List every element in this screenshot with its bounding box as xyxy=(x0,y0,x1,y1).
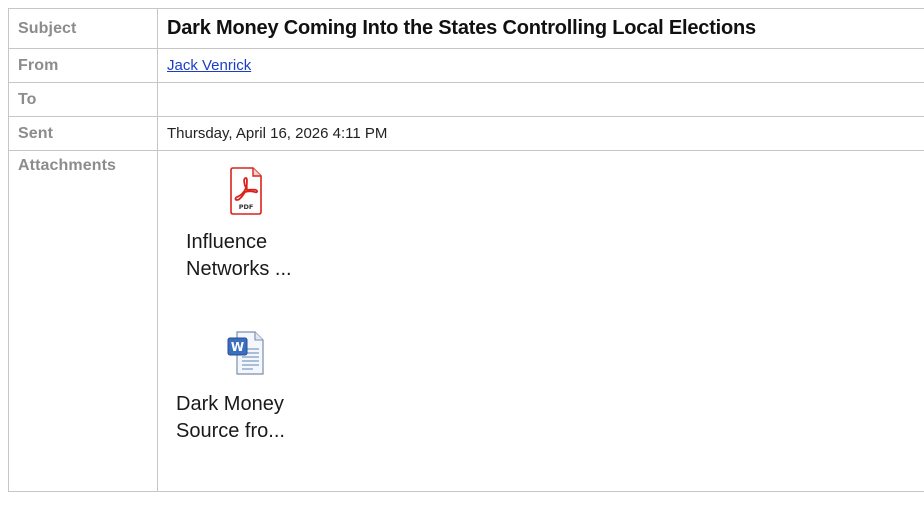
sent-date-text: Thursday, April 16, 2026 4:11 PM xyxy=(167,125,388,142)
attachments-list: PDF Influence Networks ... W Dark Money … xyxy=(158,151,924,491)
sent-row: Sent Thursday, April 16, 2026 4:11 PM xyxy=(8,116,924,151)
from-value-cell: Jack Venrick xyxy=(157,48,924,83)
to-label: To xyxy=(8,82,158,117)
word-document-icon: W xyxy=(221,327,271,379)
svg-text:PDF: PDF xyxy=(239,203,254,211)
sent-label: Sent xyxy=(8,116,158,151)
attachment-name-line1: Influence xyxy=(186,231,268,253)
sender-link[interactable]: Jack Venrick xyxy=(167,57,251,74)
attachment-name-line2: Source fro... xyxy=(176,420,285,442)
pdf-file-icon: PDF xyxy=(221,165,271,217)
email-header-table: Subject Dark Money Coming Into the State… xyxy=(8,8,924,492)
attachment-name-line2: Networks ... xyxy=(186,258,292,280)
svg-text:W: W xyxy=(231,340,244,354)
attachments-value-cell: PDF Influence Networks ... W Dark Money … xyxy=(157,150,924,492)
to-value xyxy=(157,82,924,117)
sent-value-cell: Thursday, April 16, 2026 4:11 PM xyxy=(157,116,924,151)
attachment-pdf[interactable]: PDF Influence Networks ... xyxy=(166,165,326,283)
from-row: From Jack Venrick xyxy=(8,48,924,83)
attachment-word-doc[interactable]: W Dark Money Source fro... xyxy=(166,327,326,445)
attachments-label: Attachments xyxy=(8,150,158,492)
subject-value-cell: Dark Money Coming Into the States Contro… xyxy=(157,8,924,49)
to-row: To xyxy=(8,82,924,117)
attachment-name-line1: Dark Money xyxy=(176,393,284,415)
from-label: From xyxy=(8,48,158,83)
subject-text: Dark Money Coming Into the States Contro… xyxy=(167,17,756,39)
email-header-sheet: Subject Dark Money Coming Into the State… xyxy=(0,0,924,512)
subject-row: Subject Dark Money Coming Into the State… xyxy=(8,8,924,49)
attachments-row: Attachments PDF Influence Networks ... W… xyxy=(8,150,924,492)
subject-label: Subject xyxy=(8,8,158,49)
